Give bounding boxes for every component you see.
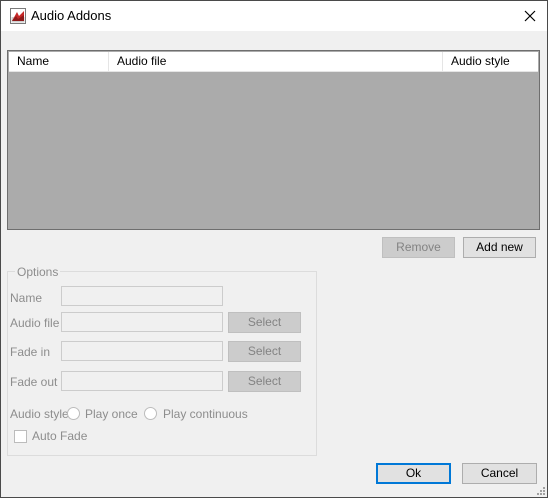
title-bar: Audio Addons bbox=[1, 1, 547, 31]
list-header: Name Audio file Audio style bbox=[9, 52, 538, 72]
audio-file-field[interactable] bbox=[61, 312, 223, 332]
ok-button[interactable]: Ok bbox=[376, 463, 451, 484]
options-group-title: Options bbox=[15, 265, 61, 279]
play-once-radio[interactable] bbox=[67, 407, 80, 420]
fade-out-label: Fade out bbox=[10, 375, 58, 389]
fade-in-label: Fade in bbox=[10, 345, 51, 359]
fade-in-field[interactable] bbox=[61, 341, 223, 361]
column-header-name[interactable]: Name bbox=[9, 52, 109, 71]
audio-addons-dialog: Audio Addons Name Audio file Audio style… bbox=[0, 0, 548, 498]
app-icon bbox=[10, 8, 26, 24]
column-header-audio-file[interactable]: Audio file bbox=[109, 52, 443, 71]
resize-grip-icon[interactable] bbox=[535, 485, 545, 495]
audio-file-select-button[interactable]: Select bbox=[228, 312, 301, 333]
auto-fade-checkbox[interactable] bbox=[14, 430, 27, 443]
name-label: Name bbox=[10, 291, 43, 305]
play-continuous-radio[interactable] bbox=[144, 407, 157, 420]
auto-fade-label: Auto Fade bbox=[32, 429, 88, 443]
remove-button[interactable]: Remove bbox=[382, 237, 455, 258]
fade-out-field[interactable] bbox=[61, 371, 223, 391]
audio-file-label: Audio file bbox=[10, 316, 60, 330]
name-field[interactable] bbox=[61, 286, 223, 306]
play-once-label: Play once bbox=[85, 407, 138, 421]
add-new-button[interactable]: Add new bbox=[463, 237, 536, 258]
audio-addons-list[interactable]: Name Audio file Audio style bbox=[7, 50, 540, 230]
window-title: Audio Addons bbox=[31, 8, 112, 23]
close-button[interactable] bbox=[513, 1, 547, 31]
cancel-button[interactable]: Cancel bbox=[462, 463, 537, 484]
fade-in-select-button[interactable]: Select bbox=[228, 341, 301, 362]
column-header-audio-style[interactable]: Audio style bbox=[443, 52, 538, 71]
fade-out-select-button[interactable]: Select bbox=[228, 371, 301, 392]
audio-style-label: Audio style bbox=[10, 407, 69, 421]
close-icon bbox=[524, 10, 536, 22]
play-continuous-label: Play continuous bbox=[163, 407, 248, 421]
